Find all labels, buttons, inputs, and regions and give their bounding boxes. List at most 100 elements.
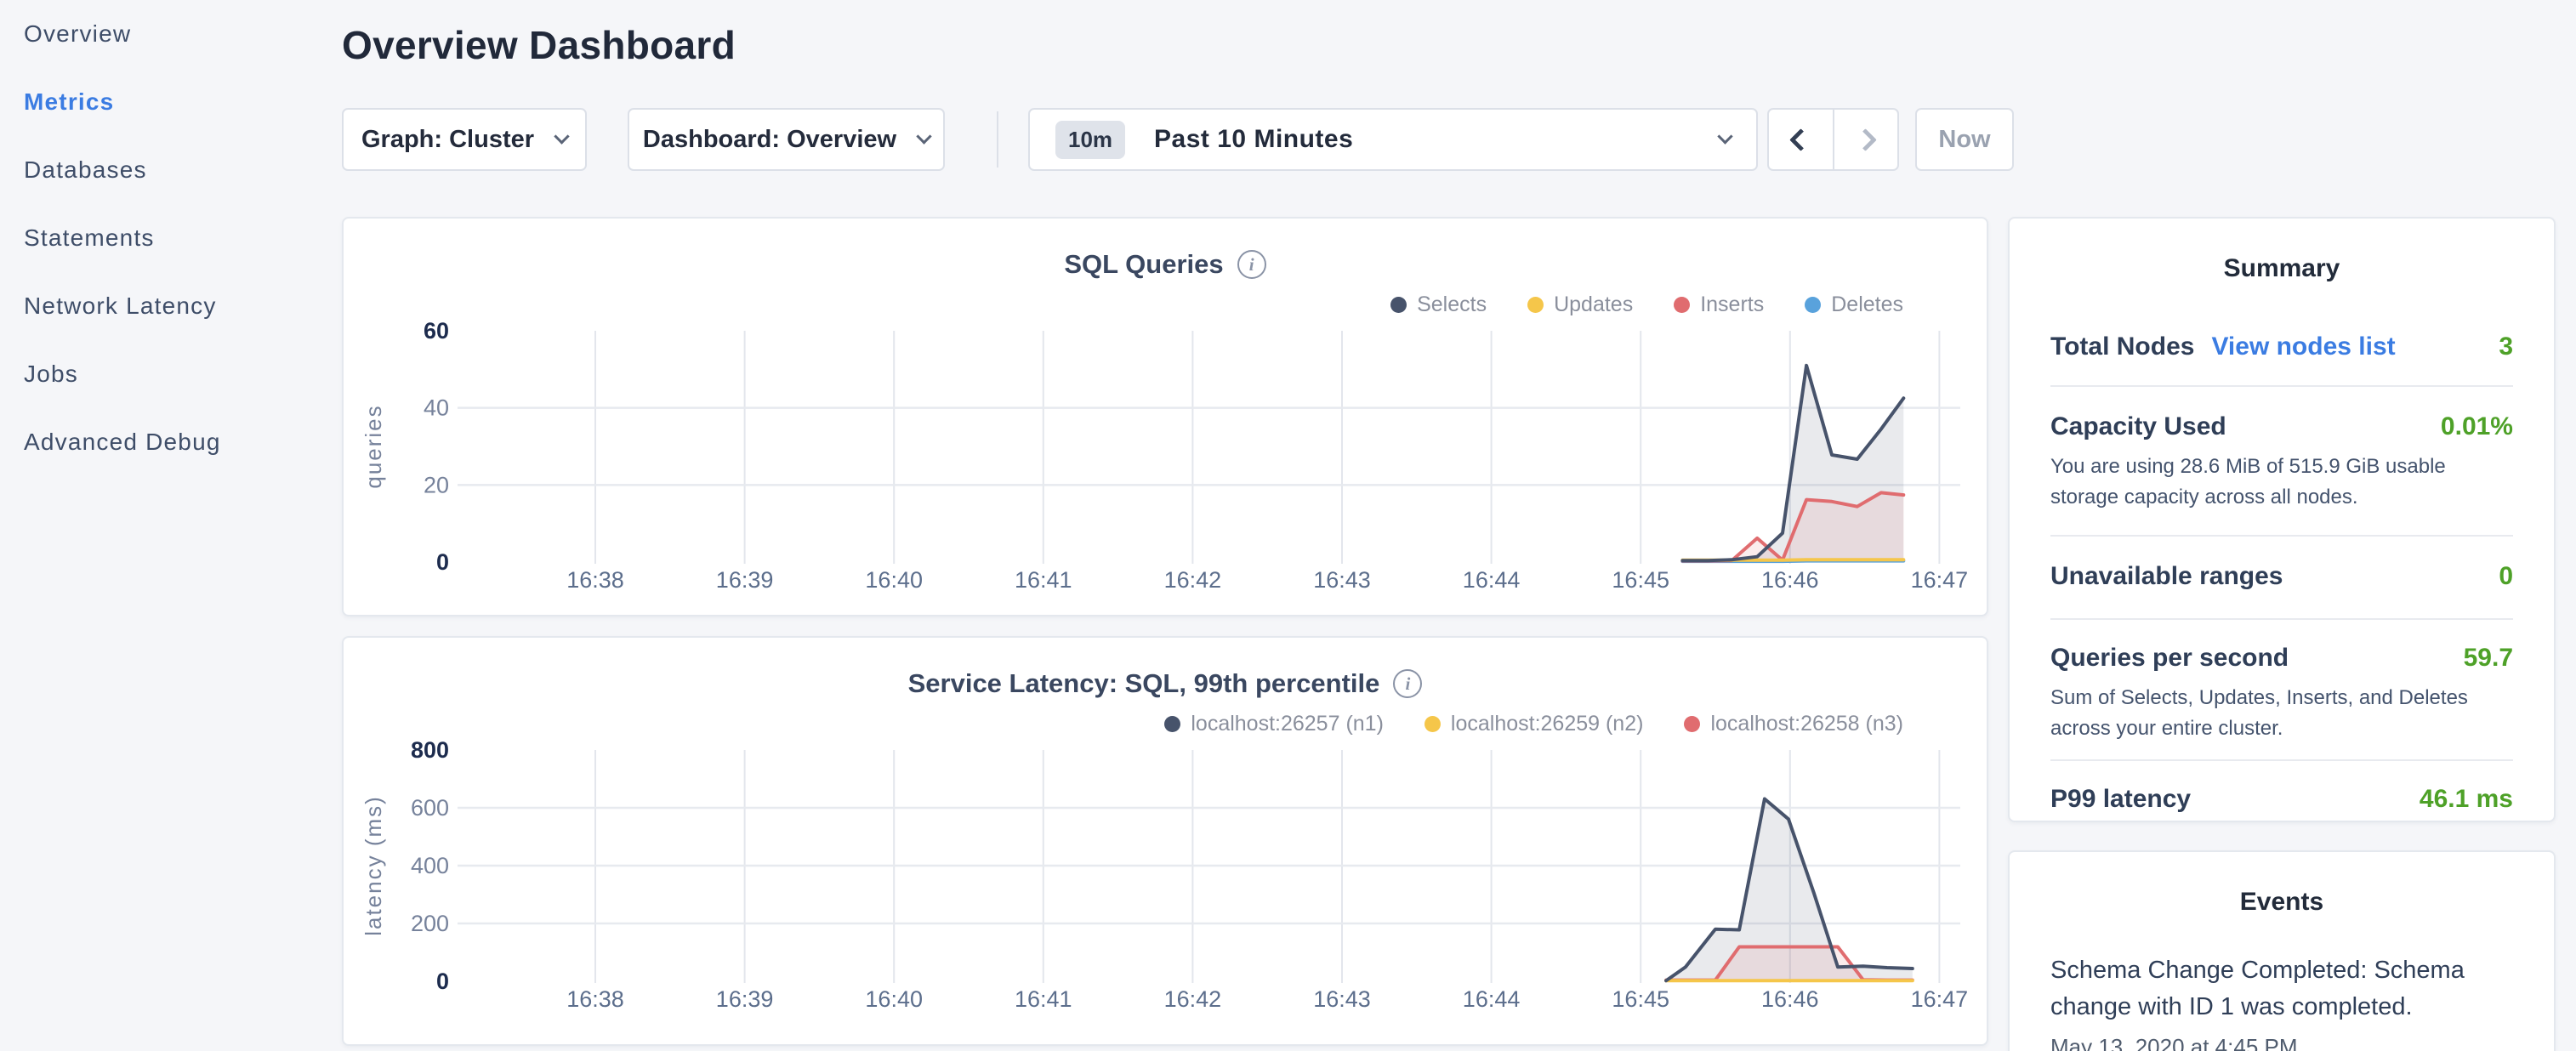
p99-latency-label: P99 latency [2050,785,2191,814]
svg-text:60: 60 [424,318,449,344]
legend-item: Deletes [1805,293,1903,317]
svg-text:16:41: 16:41 [1015,567,1072,593]
svg-text:16:43: 16:43 [1313,567,1371,593]
unavailable-ranges-label: Unavailable ranges [2050,562,2283,591]
sidebar-item-jobs[interactable]: Jobs [0,340,342,408]
chevron-down-icon [916,128,931,144]
now-button[interactable]: Now [1915,108,2014,171]
dashboard-selector-label: Dashboard: Overview [643,126,896,154]
legend-label: Deletes [1831,293,1903,317]
time-step-back-button[interactable] [1769,110,1834,169]
legend-dot-updates [1527,297,1544,313]
svg-text:16:40: 16:40 [865,986,923,1012]
legend-dot-n1 [1164,716,1180,732]
graph-selector-dropdown[interactable]: Graph: Cluster [342,108,587,171]
chart-title-text: Service Latency: SQL, 99th percentile [908,668,1380,699]
sql-queries-chart-card: 16:3816:3916:4016:4116:4216:4316:4416:45… [342,217,1988,616]
p99-latency-value: 46.1 ms [2420,785,2513,814]
events-panel: Events Schema Change Completed: Schema c… [2008,850,2556,1051]
legend-label: localhost:26257 (n1) [1191,712,1384,736]
dashboard-selector-dropdown[interactable]: Dashboard: Overview [628,108,945,171]
svg-text:16:45: 16:45 [1612,986,1669,1012]
info-icon[interactable]: i [1237,250,1266,279]
legend-label: localhost:26258 (n3) [1710,712,1903,736]
sidebar: Overview Metrics Databases Statements Ne… [0,0,342,1051]
events-heading: Events [2050,888,2513,917]
svg-text:20: 20 [424,472,449,497]
toolbar-divider [997,111,998,168]
svg-text:16:46: 16:46 [1761,986,1819,1012]
chart-title: SQL Queries i [344,249,1987,280]
event-item-timestamp: May 13, 2020 at 4:45 PM [2050,1034,2513,1051]
legend-dot-n2 [1424,716,1441,732]
view-nodes-list-link[interactable]: View nodes list [2211,332,2395,361]
chart-legend: localhost:26257 (n1) localhost:26259 (n2… [1164,712,1903,736]
svg-text:16:42: 16:42 [1164,986,1222,1012]
capacity-used-description: You are using 28.6 MiB of 515.9 GiB usab… [2050,452,2513,513]
svg-text:16:41: 16:41 [1015,986,1072,1012]
qps-label: Queries per second [2050,644,2289,673]
svg-text:16:43: 16:43 [1313,986,1371,1012]
time-range-label: Past 10 Minutes [1154,125,1691,154]
legend-label: Updates [1554,293,1633,317]
capacity-used-label: Capacity Used [2050,412,2226,441]
sidebar-item-metrics[interactable]: Metrics [0,68,342,136]
legend-dot-n3 [1684,716,1700,732]
sidebar-item-statements[interactable]: Statements [0,204,342,272]
graph-selector-label: Graph: Cluster [361,126,534,154]
total-nodes-label: Total Nodes [2050,332,2194,361]
chevron-right-icon [1854,128,1877,151]
summary-panel: Summary Total Nodes View nodes list 3 Ca… [2008,217,2556,822]
sidebar-item-databases[interactable]: Databases [0,136,342,204]
info-icon[interactable]: i [1393,669,1422,698]
qps-value: 59.7 [2464,644,2513,673]
sidebar-item-network-latency[interactable]: Network Latency [0,272,342,340]
svg-text:16:47: 16:47 [1911,986,1969,1012]
event-item-text: Schema Change Completed: Schema change w… [2050,952,2513,1025]
time-step-forward-button[interactable] [1834,110,1898,169]
time-step-buttons [1767,108,1899,171]
svg-text:16:46: 16:46 [1761,567,1819,593]
time-range-dropdown[interactable]: 10m Past 10 Minutes [1028,108,1758,171]
chevron-down-icon [554,128,569,144]
service-latency-chart-card: 16:3816:3916:4016:4116:4216:4316:4416:45… [342,636,1988,1046]
legend-dot-selects [1390,297,1407,313]
svg-text:16:44: 16:44 [1463,567,1521,593]
sidebar-item-advanced-debug[interactable]: Advanced Debug [0,408,342,476]
legend-dot-inserts [1674,297,1690,313]
chart-title: Service Latency: SQL, 99th percentile i [344,668,1987,699]
svg-text:16:38: 16:38 [566,986,624,1012]
svg-text:16:39: 16:39 [716,567,774,593]
svg-text:16:44: 16:44 [1463,986,1521,1012]
svg-text:40: 40 [424,395,449,421]
svg-text:16:45: 16:45 [1612,567,1669,593]
summary-row-qps: Queries per second 59.7 [2050,644,2513,673]
svg-text:0: 0 [436,969,449,994]
legend-item: localhost:26258 (n3) [1684,712,1903,736]
svg-text:600: 600 [411,795,449,821]
svg-text:latency (ms): latency (ms) [361,795,386,936]
legend-item: Updates [1527,293,1633,317]
legend-item: Inserts [1674,293,1764,317]
summary-row-p99-latency: P99 latency 46.1 ms [2050,785,2513,814]
summary-row-total-nodes: Total Nodes View nodes list 3 [2050,332,2513,361]
chevron-left-icon [1789,128,1812,151]
chart-legend: Selects Updates Inserts Deletes [1390,293,1903,317]
divider [2050,759,2513,761]
chart-title-text: SQL Queries [1064,249,1223,280]
legend-label: Inserts [1700,293,1764,317]
time-range-badge: 10m [1055,121,1125,159]
qps-description: Sum of Selects, Updates, Inserts, and De… [2050,683,2513,744]
divider [2050,618,2513,620]
divider [2050,385,2513,387]
total-nodes-value: 3 [2499,332,2513,361]
svg-text:0: 0 [436,549,449,575]
db-console-metrics-page: Overview Metrics Databases Statements Ne… [0,0,2576,1051]
summary-row-capacity: Capacity Used 0.01% [2050,412,2513,441]
legend-label: Selects [1417,293,1487,317]
svg-text:800: 800 [411,737,449,763]
sidebar-item-overview[interactable]: Overview [0,0,342,68]
legend-dot-deletes [1805,297,1821,313]
legend-item: localhost:26257 (n1) [1164,712,1384,736]
unavailable-ranges-value: 0 [2499,562,2513,591]
